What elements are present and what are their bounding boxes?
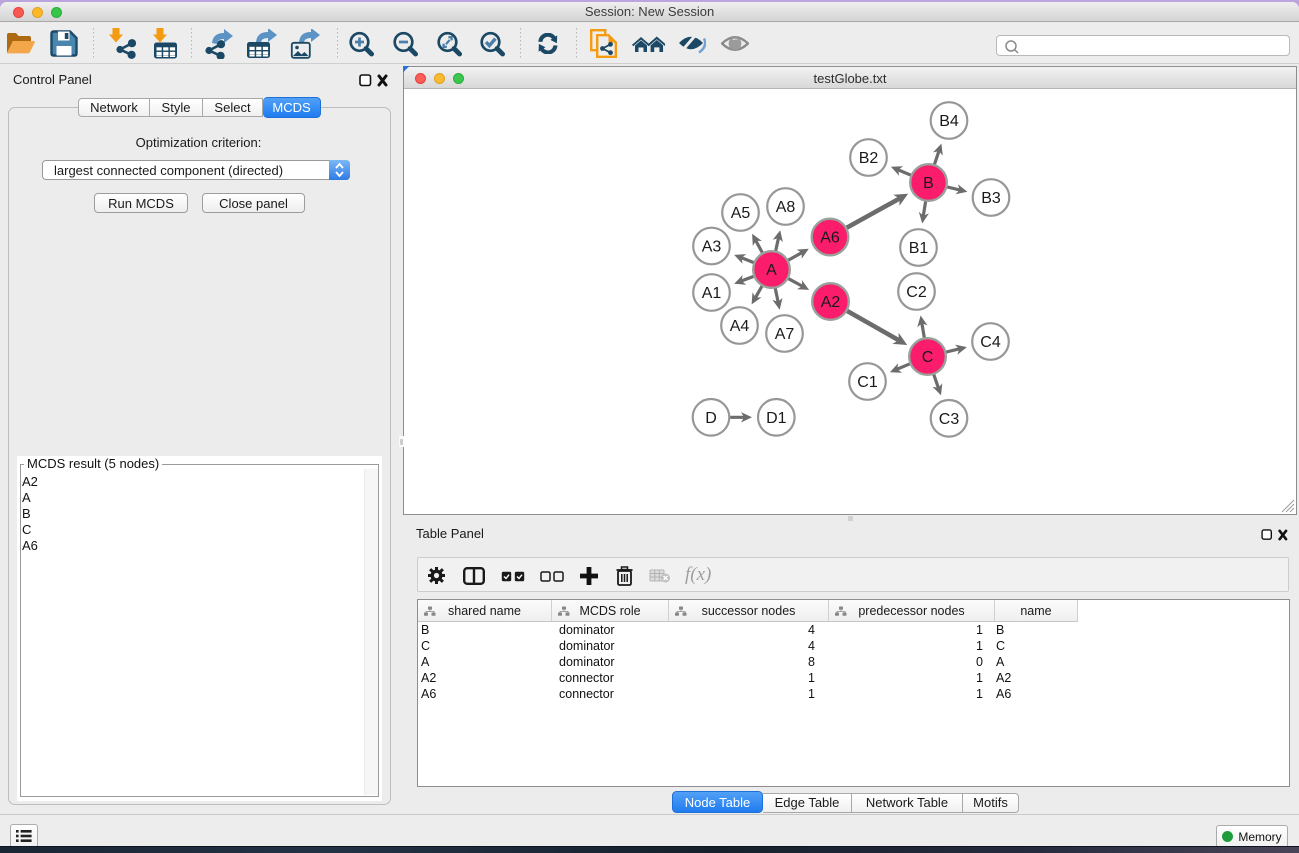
- svg-text:A8: A8: [776, 199, 796, 216]
- svg-text:B1: B1: [909, 240, 929, 257]
- svg-text:B3: B3: [981, 190, 1001, 207]
- svg-text:C3: C3: [939, 411, 960, 428]
- svg-text:A1: A1: [702, 285, 722, 302]
- svg-text:C1: C1: [857, 374, 878, 391]
- svg-text:A2: A2: [821, 294, 841, 311]
- svg-text:B2: B2: [859, 150, 879, 167]
- svg-text:A5: A5: [731, 205, 751, 222]
- svg-text:C4: C4: [980, 334, 1001, 351]
- svg-text:C2: C2: [906, 284, 927, 301]
- svg-text:A: A: [766, 262, 777, 279]
- svg-text:C: C: [922, 349, 934, 366]
- svg-text:B4: B4: [939, 113, 959, 130]
- svg-text:A6: A6: [820, 230, 840, 247]
- svg-text:A4: A4: [730, 318, 750, 335]
- svg-text:A3: A3: [702, 239, 722, 256]
- svg-text:D: D: [705, 410, 717, 427]
- svg-text:B: B: [923, 175, 934, 192]
- svg-text:A7: A7: [775, 326, 795, 343]
- svg-text:D1: D1: [766, 410, 787, 427]
